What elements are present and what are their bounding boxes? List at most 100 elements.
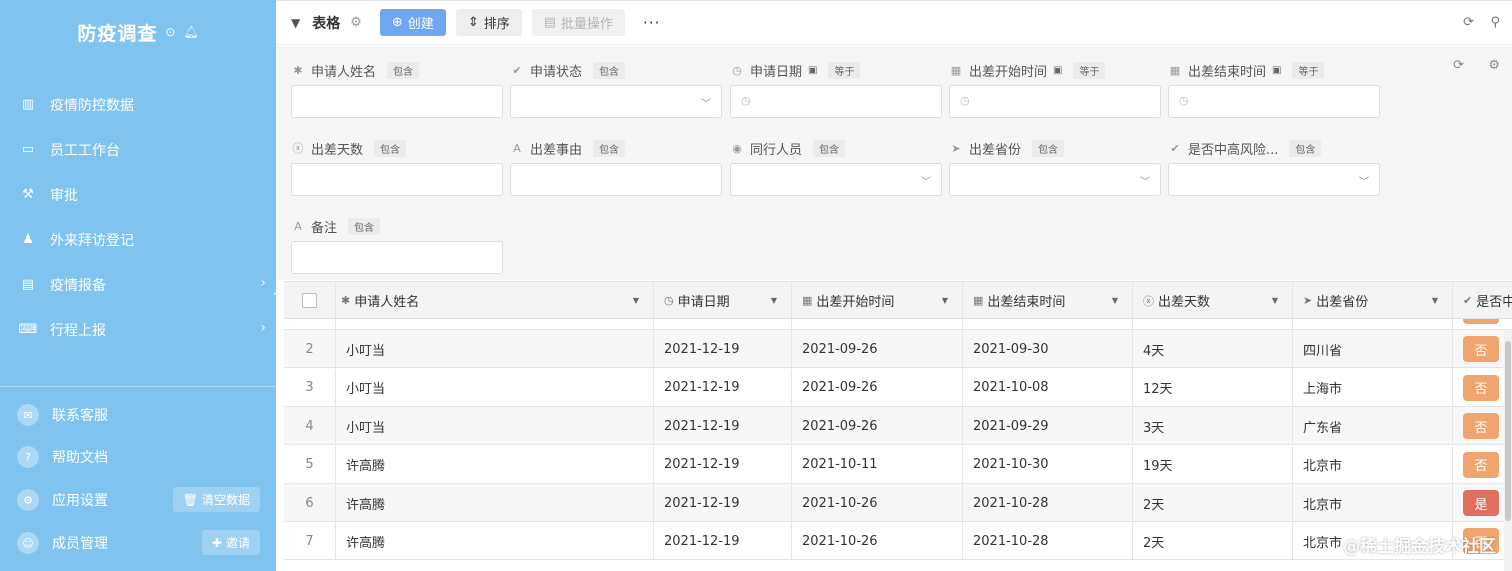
table-cell-name[interactable]: 小叮当 xyxy=(336,407,654,446)
sidebar-bottom-item[interactable]: ☺ 成员管理 ✚ 邀请 xyxy=(0,523,276,563)
filter-text-input[interactable] xyxy=(291,241,503,274)
sidebar-bottom-item[interactable]: ✉ 联系客服 xyxy=(0,395,276,435)
filter-date-input[interactable]: ◷ xyxy=(1168,85,1380,118)
create-button[interactable]: ⊕ 创建 xyxy=(379,9,446,36)
invite-button[interactable]: ✚ 邀请 xyxy=(201,530,260,555)
settings-circle-icon[interactable]: ⊙ xyxy=(165,25,175,39)
table-cell-name[interactable]: 许高腾 xyxy=(336,484,654,522)
table-scrollbar[interactable] xyxy=(1504,331,1512,571)
table-row[interactable]: 7 许高腾 2021-12-19 2021-10-26 2021-10-28 2天 北京市否 xyxy=(284,522,1512,561)
dropdown-square-icon[interactable]: ▣ xyxy=(1053,65,1062,76)
sort-caret-icon[interactable]: ▼ xyxy=(1432,296,1438,305)
sidebar-item[interactable]: ♟ 外来拜访登记 xyxy=(0,217,276,262)
filter-operator[interactable]: 包含 xyxy=(387,61,420,79)
filter-operator[interactable]: 包含 xyxy=(348,217,381,235)
table-cell-start[interactable]: 2021-10-11 xyxy=(792,445,963,484)
filter-refresh-icon[interactable]: ⟳ xyxy=(1453,58,1464,73)
table-cell-date[interactable]: 2021-12-19 xyxy=(654,368,792,407)
table-cell-prov[interactable]: 北京市 xyxy=(1293,445,1453,484)
sort-caret-icon[interactable]: ▼ xyxy=(633,296,639,305)
bell-icon[interactable]: 🔔︎ xyxy=(183,25,198,39)
table-cell-date[interactable]: 2021-12-19 xyxy=(654,330,792,369)
filter-date-input[interactable]: ◷ xyxy=(949,85,1161,118)
dropdown-square-icon[interactable]: ▣ xyxy=(808,65,817,76)
filter-text-input[interactable] xyxy=(291,85,503,118)
filter-settings-icon[interactable]: ⚙ xyxy=(1488,58,1500,73)
table-cell-name[interactable]: 小叮当 xyxy=(336,330,654,369)
table-cell-name[interactable]: 许高腾 xyxy=(336,445,654,484)
table-cell-prov[interactable]: 北京市 xyxy=(1293,484,1453,522)
filter-select[interactable]: ﹀ xyxy=(1168,163,1380,196)
batch-operation-button[interactable]: ▤ 批量操作 xyxy=(531,9,626,36)
sidebar-item[interactable]: ▤ 疫情报备 › xyxy=(0,262,276,307)
filter-operator[interactable]: 包含 xyxy=(1289,139,1322,157)
sidebar-bottom-item[interactable]: ? 帮助文档 xyxy=(0,437,276,477)
dropdown-square-icon[interactable]: ▣ xyxy=(1272,65,1281,76)
table-cell-start[interactable]: 2021-09-26 xyxy=(792,368,963,407)
select-all-checkbox[interactable] xyxy=(302,293,317,308)
gears-icon[interactable]: ⚙ xyxy=(350,15,362,30)
table-cell-days[interactable]: 3天 xyxy=(1133,407,1293,446)
column-header[interactable]: ✱ 申请人姓名 ▼ xyxy=(336,282,654,319)
filter-operator[interactable]: 包含 xyxy=(813,139,846,157)
more-options-button[interactable]: ··· xyxy=(643,14,660,32)
sort-caret-icon[interactable]: ▼ xyxy=(942,296,948,305)
table-cell-end[interactable]: 2021-09-30 xyxy=(963,330,1133,369)
table-cell-prov[interactable]: 四川省 xyxy=(1293,330,1453,369)
filter-operator[interactable]: 包含 xyxy=(593,139,626,157)
table-row[interactable]: 4 小叮当 2021-12-19 2021-09-26 2021-09-29 3天 广东省否 xyxy=(284,407,1512,446)
sidebar-item[interactable]: ▭ 员工工作台 xyxy=(0,127,276,172)
table-cell-start[interactable]: 2021-10-26 xyxy=(792,484,963,522)
table-cell-days[interactable]: 4天 xyxy=(1133,330,1293,369)
table-cell-days[interactable]: 2天 xyxy=(1133,522,1293,561)
column-header[interactable]: ◷ 申请日期 ▼ xyxy=(654,282,792,319)
filter-operator[interactable]: 等于 xyxy=(828,61,861,79)
filter-select[interactable]: ﹀ xyxy=(949,163,1161,196)
table-cell-name[interactable]: 许高腾 xyxy=(336,522,654,561)
filter-operator[interactable]: 等于 xyxy=(1073,61,1106,79)
table-cell-days[interactable]: 19天 xyxy=(1133,445,1293,484)
filter-operator[interactable]: 包含 xyxy=(1032,139,1065,157)
sidebar-bottom-item[interactable]: ⚙ 应用设置 🗑︎ 清空数据 xyxy=(0,480,276,520)
table-cell-date[interactable]: 2021-12-19 xyxy=(654,407,792,446)
filter-text-input[interactable] xyxy=(291,163,503,196)
filter-date-input[interactable]: ◷ xyxy=(730,85,942,118)
column-header[interactable]: ▦ 出差结束时间 ▼ xyxy=(963,282,1133,319)
table-row[interactable]: 6 许高腾 2021-12-19 2021-10-26 2021-10-28 2天 北京市是 xyxy=(284,484,1512,522)
table-cell-end[interactable]: 2021-10-28 xyxy=(963,484,1133,522)
table-cell-end[interactable]: 2021-09-29 xyxy=(963,407,1133,446)
sort-caret-icon[interactable]: ▼ xyxy=(771,296,777,305)
filter-operator[interactable]: 包含 xyxy=(374,139,407,157)
sort-caret-icon[interactable]: ▼ xyxy=(1272,296,1278,305)
filter-text-input[interactable] xyxy=(510,163,722,196)
table-cell-prov[interactable]: 广东省 xyxy=(1293,407,1453,446)
table-cell-days[interactable]: 12天 xyxy=(1133,368,1293,407)
table-row[interactable]: 2 小叮当 2021-12-19 2021-09-26 2021-09-30 4天 四川省否 xyxy=(284,330,1512,369)
table-cell-date[interactable]: 2021-12-19 xyxy=(654,445,792,484)
filter-select[interactable]: ﹀ xyxy=(730,163,942,196)
sort-caret-icon[interactable]: ▼ xyxy=(1112,296,1118,305)
table-cell-start[interactable]: 2021-09-26 xyxy=(792,407,963,446)
table-cell-name[interactable]: 小叮当 xyxy=(336,368,654,407)
column-header[interactable]: ✔ 是否中 xyxy=(1453,282,1512,319)
chevron-down-icon[interactable]: ▼ xyxy=(291,16,300,30)
sidebar-item[interactable]: ⌨ 行程上报 › xyxy=(0,307,276,352)
filter-operator[interactable]: 包含 xyxy=(593,61,626,79)
table-row[interactable]: 5 许高腾 2021-12-19 2021-10-11 2021-10-30 19天 北京市… xyxy=(284,445,1512,484)
clear-data-button[interactable]: 🗑︎ 清空数据 xyxy=(172,487,260,512)
table-cell-prov[interactable]: 上海市 xyxy=(1293,368,1453,407)
table-cell-date[interactable]: 2021-12-19 xyxy=(654,522,792,561)
column-header[interactable]: ▦ 出差开始时间 ▼ xyxy=(792,282,963,319)
refresh-icon[interactable]: ⟳ xyxy=(1463,15,1474,30)
table-cell-end[interactable]: 2021-10-30 xyxy=(963,445,1133,484)
scrollbar-thumb[interactable] xyxy=(1505,341,1511,521)
sidebar-item[interactable]: ▥ 疫情防控数据 xyxy=(0,82,276,127)
sort-button[interactable]: ⇕ 排序 xyxy=(455,9,522,36)
table-cell-start[interactable]: 2021-09-26 xyxy=(792,330,963,369)
table-row[interactable]: 3 小叮当 2021-12-19 2021-09-26 2021-10-08 12天 上海市… xyxy=(284,368,1512,407)
table-cell-days[interactable]: 2天 xyxy=(1133,484,1293,522)
filter-select[interactable]: ﹀ xyxy=(510,85,722,118)
table-cell-date[interactable]: 2021-12-19 xyxy=(654,484,792,522)
column-header[interactable]: ⓧ 出差天数 ▼ xyxy=(1133,282,1293,319)
table-cell-end[interactable]: 2021-10-28 xyxy=(963,522,1133,561)
